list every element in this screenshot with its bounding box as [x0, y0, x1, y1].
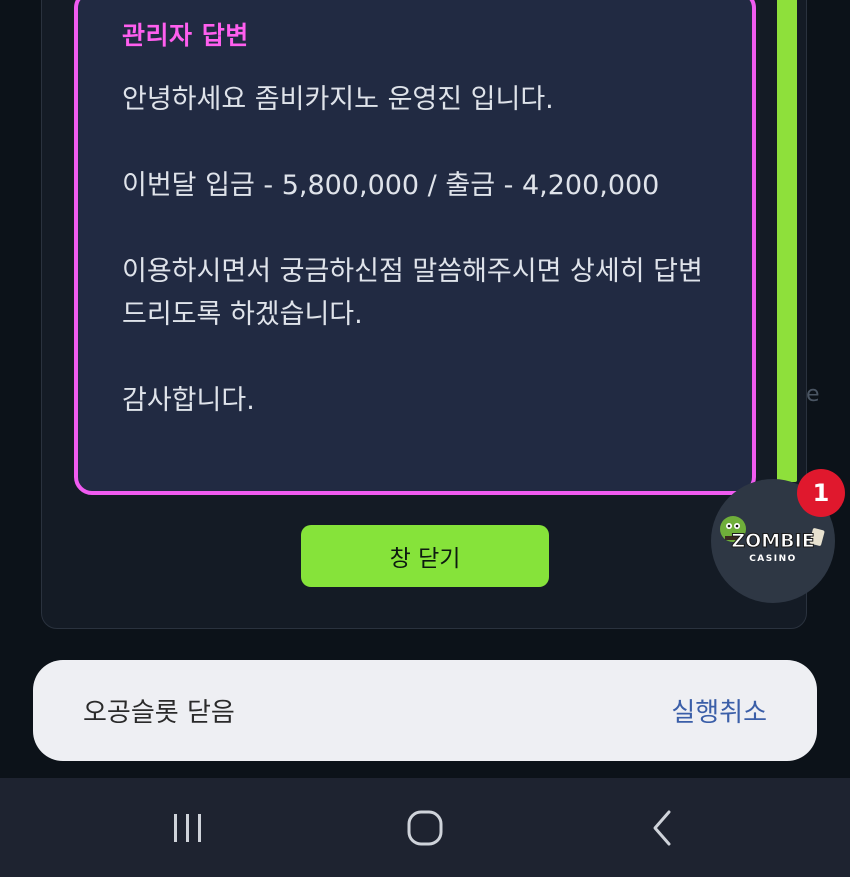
admin-answer-title: 관리자 답변	[122, 21, 249, 50]
home-icon[interactable]	[403, 806, 447, 850]
admin-answer-body: 안녕하세요 좀비카지노 운영진 입니다. 이번달 입금 - 5,800,000 …	[122, 84, 703, 416]
recent-apps-icon[interactable]	[166, 806, 210, 850]
notification-badge: 1	[797, 469, 845, 517]
back-icon[interactable]	[641, 806, 685, 850]
toast-message: 오공슬롯 닫음	[83, 698, 235, 728]
svg-text:CASINO: CASINO	[749, 554, 797, 564]
android-navigation-bar	[0, 778, 850, 877]
snackbar-toast: 오공슬롯 닫음 실행취소	[33, 660, 817, 761]
screen: e 관리자 답변 안녕하세요 좀비카지노 운영진 입니다. 이번달 입금 - 5…	[0, 0, 850, 877]
svg-text:ZOMBIE: ZOMBIE	[731, 530, 814, 552]
close-window-button[interactable]: 창 닫기	[301, 525, 549, 587]
scroll-indicator-bar[interactable]	[777, 0, 797, 482]
background-partial-text: e	[806, 382, 820, 407]
undo-button[interactable]: 실행취소	[671, 692, 767, 729]
